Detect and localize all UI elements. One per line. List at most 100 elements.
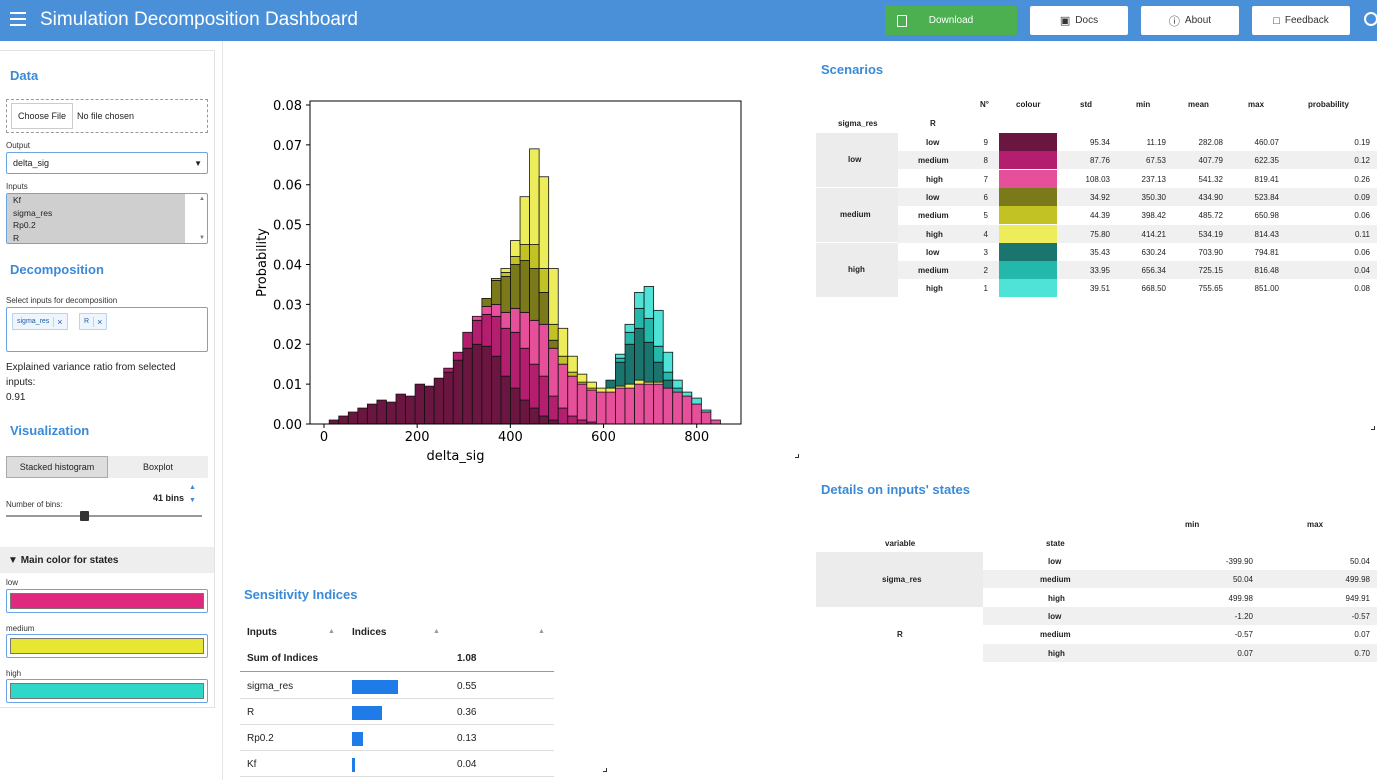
inputs-option[interactable]: sigma_res: [7, 206, 185, 219]
scenario-color-swatch: [999, 206, 1057, 225]
color-low-picker[interactable]: [6, 589, 208, 613]
histogram-bar: [500, 311, 511, 329]
table-cell: 108.03: [1085, 174, 1110, 184]
docs-button[interactable]: ▣ Docs: [1030, 6, 1128, 35]
histogram-bar: [481, 313, 492, 347]
table-cell: 434.90: [1198, 192, 1223, 202]
tab-boxplot[interactable]: Boxplot: [108, 456, 208, 478]
decrement-icon[interactable]: ▼: [189, 497, 196, 504]
color-high-label: high: [6, 669, 22, 678]
bins-slider-handle[interactable]: [80, 511, 89, 521]
table-cell: 0.07: [1237, 648, 1253, 658]
histogram-bar: [328, 419, 340, 425]
scroll-up-icon[interactable]: ▲: [199, 196, 205, 202]
decomposition-inputs-field[interactable]: sigma_res × R ×: [6, 307, 208, 352]
scenario-color-swatch: [999, 224, 1057, 243]
histogram-bar: [634, 383, 645, 425]
github-icon[interactable]: [1364, 12, 1377, 26]
resize-handle[interactable]: [603, 768, 607, 772]
table-row: R 0.36: [240, 699, 554, 725]
index-value: 0.13: [457, 733, 477, 744]
table-cell: 39.51: [1089, 284, 1110, 294]
row-stripe: [898, 187, 1377, 206]
col-indices-header[interactable]: Indices: [352, 627, 386, 638]
inputs-multiselect[interactable]: Kf sigma_res Rp0.2 R ▲ ▼: [6, 193, 208, 244]
docs-label: Docs: [1075, 15, 1099, 26]
tab-stacked-histogram[interactable]: Stacked histogram: [6, 456, 108, 478]
table-cell: 814.43: [1254, 229, 1279, 239]
remove-chip-icon[interactable]: ×: [93, 316, 102, 327]
sort-icon[interactable]: ▲: [328, 628, 335, 635]
histogram-bar: [519, 260, 530, 313]
histogram-bar: [510, 240, 521, 257]
histogram-bar: [586, 389, 597, 423]
variable-label: R: [897, 630, 903, 639]
output-select[interactable]: delta_sig ▼: [6, 152, 208, 174]
table-cell: 0.09: [1354, 192, 1370, 202]
file-status: No file chosen: [77, 111, 135, 121]
bins-slider-track[interactable]: [6, 515, 202, 517]
table-cell: 725.15: [1198, 266, 1223, 276]
histogram-bar: [557, 327, 569, 357]
index-value: 0.04: [457, 759, 477, 770]
color-high-picker[interactable]: [6, 679, 208, 703]
row-state-label: low: [926, 247, 940, 257]
histogram-bar: [643, 317, 655, 343]
state-label: medium: [1040, 575, 1071, 585]
histogram-bar: [662, 351, 674, 373]
file-upload[interactable]: Choose File No file chosen: [6, 99, 208, 133]
histogram-bar: [491, 280, 502, 305]
stacked-histogram-chart: 0 200 400 600 800 0.00 0.01 0.02 0.03 0.04 0.05 0.0…: [255, 99, 742, 464]
table-cell: -399.90: [1225, 557, 1253, 566]
scenario-color-swatch: [999, 279, 1057, 298]
histogram-bar: [519, 311, 530, 349]
color-medium-picker[interactable]: [6, 634, 208, 658]
choose-file-button[interactable]: Choose File: [11, 103, 74, 129]
histogram-bar: [557, 407, 569, 425]
table-row: Rp0.2 0.13: [240, 725, 554, 751]
scroll-down-icon[interactable]: ▼: [199, 235, 205, 241]
column-header: max: [1307, 520, 1324, 529]
increment-icon[interactable]: ▲: [189, 484, 196, 491]
histogram-bar: [462, 347, 473, 425]
info-icon: ⓘ: [1168, 15, 1180, 28]
remove-chip-icon[interactable]: ×: [53, 316, 63, 327]
y-tick-label: 0.01: [273, 378, 302, 393]
bins-label: Number of bins:: [6, 500, 63, 509]
col-inputs-header[interactable]: Inputs: [247, 627, 277, 638]
inputs-label: Inputs: [6, 182, 28, 191]
sensitivity-title: Sensitivity Indices: [244, 587, 358, 602]
table-cell: 816.48: [1254, 266, 1279, 276]
histogram-bar: [643, 286, 655, 319]
table-cell: 7: [983, 174, 988, 184]
histogram-bar: [529, 407, 540, 425]
histogram-bar: [443, 367, 454, 373]
sort-icon[interactable]: ▲: [433, 628, 440, 635]
histogram-bar: [624, 383, 635, 389]
menu-icon[interactable]: [10, 12, 26, 26]
download-button[interactable]: Download: [885, 6, 1017, 35]
histogram-bar: [548, 419, 559, 425]
resize-handle[interactable]: [795, 454, 799, 458]
histogram-bar: [510, 256, 521, 265]
chip-label: sigma_res: [17, 318, 50, 325]
histogram-bar: [519, 399, 530, 425]
inputs-option[interactable]: Rp0.2: [7, 219, 185, 232]
table-cell: 523.84: [1254, 192, 1279, 202]
histogram-bar: [510, 331, 521, 389]
histogram-bar: [366, 403, 378, 425]
sort-icon[interactable]: ▲: [538, 628, 545, 635]
index-bar: [352, 706, 383, 720]
row-stripe: [898, 261, 1377, 280]
explained-variance-text: Explained variance ratio from selected i…: [6, 362, 176, 388]
resize-handle[interactable]: [1371, 426, 1375, 430]
histogram-bar: [605, 391, 616, 425]
color-states-accordion[interactable]: ▼ Main color for states: [0, 547, 214, 573]
inputs-option[interactable]: Kf: [7, 194, 185, 207]
table-cell: 0.08: [1354, 284, 1370, 294]
histogram-bar: [510, 387, 521, 425]
feedback-button[interactable]: □ Feedback: [1252, 6, 1350, 35]
inputs-option[interactable]: R: [7, 231, 185, 243]
column-header: probability: [1308, 100, 1349, 109]
about-button[interactable]: ⓘ About: [1141, 6, 1239, 35]
